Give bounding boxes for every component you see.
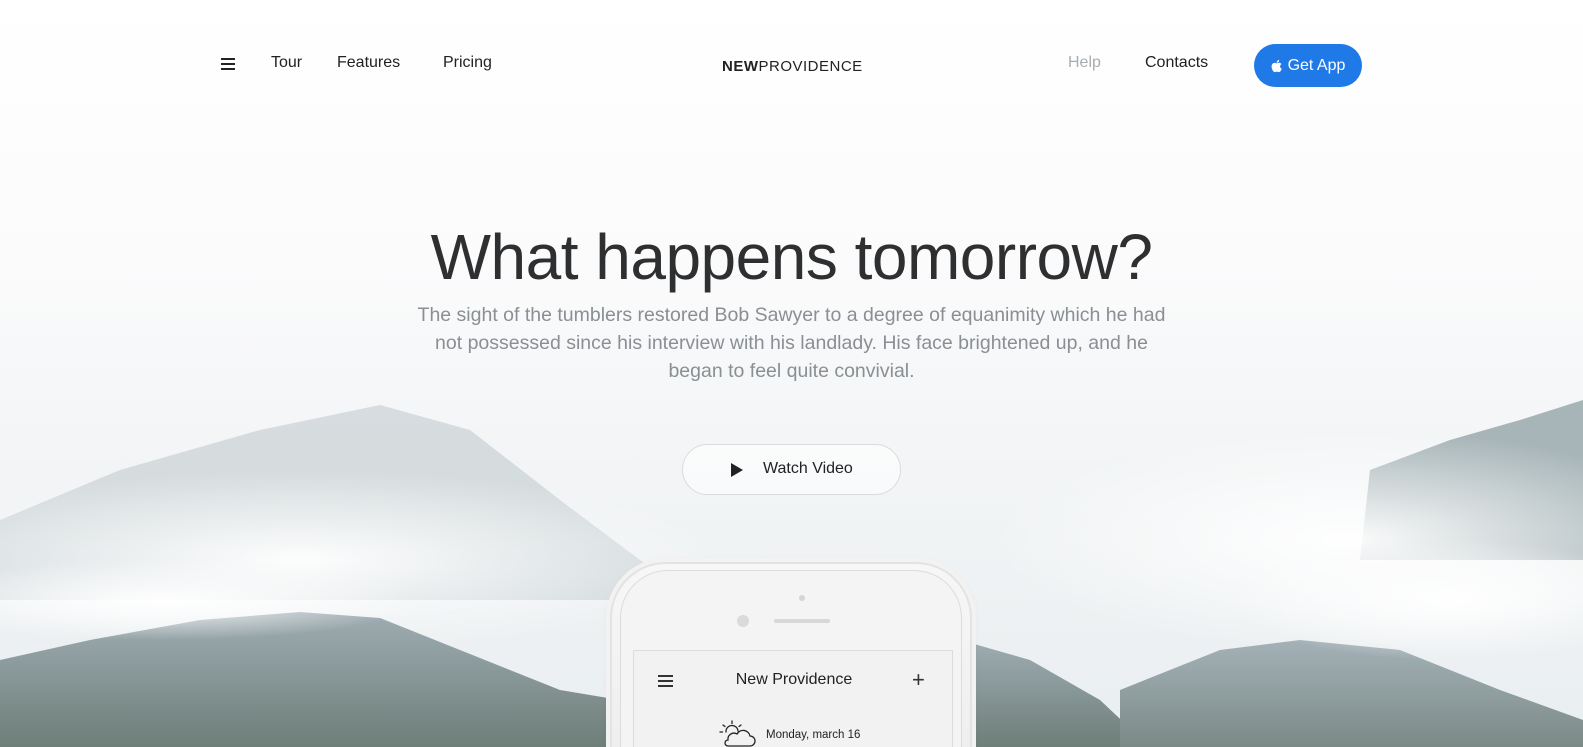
phone-camera (737, 615, 749, 627)
app-title: New Providence (735, 671, 853, 688)
partly-cloudy-icon (719, 720, 756, 747)
logo-light-text: PROVIDENCE (758, 58, 863, 75)
phone-sensor-dot (799, 595, 805, 601)
nav-link-pricing[interactable]: Pricing (443, 54, 492, 72)
phone-mockup: New Providence + Monday, march 16 (610, 562, 972, 747)
watch-video-label: Watch Video (763, 460, 853, 477)
phone-screen: New Providence + Monday, march 16 (633, 650, 953, 747)
logo-bold-text: NEW (722, 58, 759, 75)
hero-subtext: The sight of the tumblers restored Bob S… (417, 304, 1166, 382)
brand-logo[interactable]: NEWPROVIDENCE (722, 58, 863, 75)
get-app-button[interactable]: Get App (1254, 44, 1362, 87)
play-icon (731, 463, 743, 477)
hamburger-menu-icon[interactable] (221, 58, 235, 70)
hero-section: Tour Features Pricing NEWPROVIDENCE Help… (0, 0, 1583, 747)
nav-link-features[interactable]: Features (337, 54, 400, 72)
phone-speaker (774, 619, 830, 623)
nav-link-contacts[interactable]: Contacts (1145, 54, 1208, 72)
hero-headline: What happens tomorrow? (430, 221, 1153, 293)
app-date: Monday, march 16 (766, 729, 861, 741)
plus-icon: + (912, 667, 925, 692)
watch-video-button[interactable]: Watch Video (682, 444, 901, 495)
top-navigation: Tour Features Pricing NEWPROVIDENCE Help… (0, 0, 1583, 130)
apple-icon (1271, 59, 1282, 72)
get-app-label: Get App (1287, 56, 1346, 74)
nav-link-tour[interactable]: Tour (271, 54, 302, 72)
nav-link-help[interactable]: Help (1068, 54, 1101, 72)
